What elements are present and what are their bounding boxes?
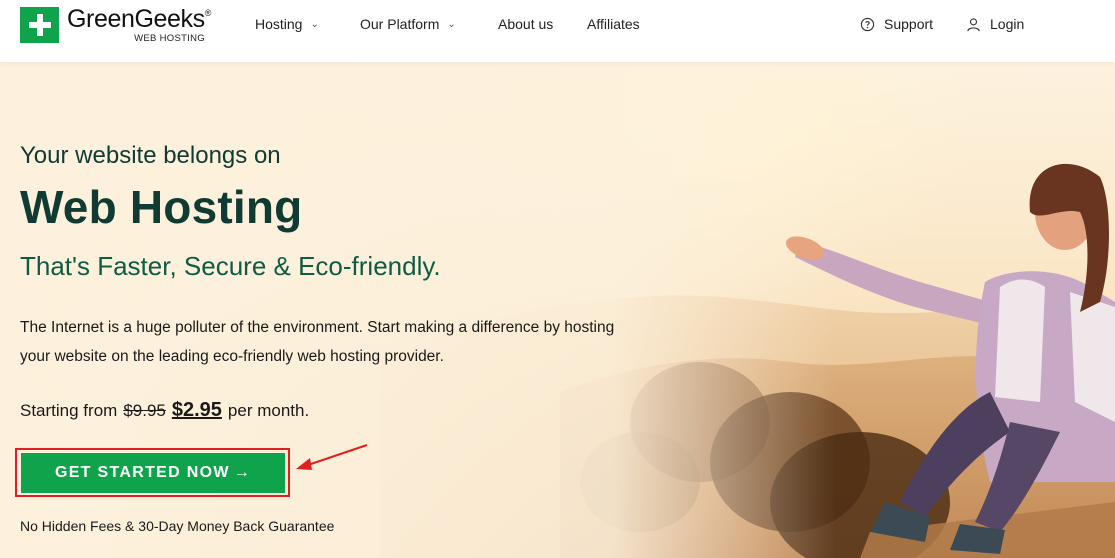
logo-tagline: WEB HOSTING	[134, 33, 205, 44]
user-icon	[966, 17, 981, 32]
nav-our-platform-label: Our Platform	[360, 16, 440, 32]
guarantee-text: No Hidden Fees & 30-Day Money Back Guara…	[20, 518, 335, 534]
chevron-down-icon: ⌄	[310, 18, 319, 30]
hero-headline: Web Hosting	[20, 181, 303, 233]
logo-trademark: ®	[204, 8, 212, 18]
new-price: $2.95	[171, 399, 222, 421]
nav-about-us[interactable]: About us	[498, 16, 553, 32]
nav-login[interactable]: Login	[966, 16, 1024, 32]
logo-name: GreenGeeks	[67, 5, 205, 33]
greengeeks-logo[interactable]: GreenGeeks® WEB HOSTING	[20, 7, 211, 44]
price-suffix: per month.	[227, 401, 310, 420]
hero-section: Your website belongs on Web Hosting That…	[0, 62, 1115, 558]
hero-description: The Internet is a huge polluter of the e…	[20, 319, 615, 365]
hero-eyebrow: Your website belongs on	[20, 142, 281, 169]
chevron-down-icon: ⌄	[447, 18, 456, 30]
nav-hosting[interactable]: Hosting ⌄	[255, 16, 319, 32]
nav-affiliates[interactable]: Affiliates	[587, 16, 640, 32]
nav-hosting-label: Hosting	[255, 16, 303, 32]
hero-subhead: That's Faster, Secure & Eco-friendly.	[20, 251, 441, 281]
nav-about-us-label: About us	[498, 16, 554, 32]
old-price: $9.95	[123, 401, 166, 420]
site-header: GreenGeeks® WEB HOSTING Hosting ⌄ Our Pl…	[0, 0, 1115, 62]
nav-login-label: Login	[990, 16, 1025, 32]
get-started-button[interactable]: GET STARTED NOW →	[21, 453, 285, 493]
nav-our-platform[interactable]: Our Platform ⌄	[360, 16, 456, 32]
pricing-line: Starting from $9.95 $2.95 per month.	[20, 399, 309, 422]
nav-affiliates-label: Affiliates	[587, 16, 640, 32]
logo-plus-icon	[20, 7, 59, 43]
get-started-label: GET STARTED NOW	[54, 464, 230, 481]
arrow-right-icon: →	[233, 464, 252, 481]
price-prefix: Starting from	[20, 401, 118, 420]
nav-support-label: Support	[884, 16, 934, 32]
question-circle-icon	[860, 17, 875, 32]
nav-support[interactable]: Support	[860, 16, 933, 32]
